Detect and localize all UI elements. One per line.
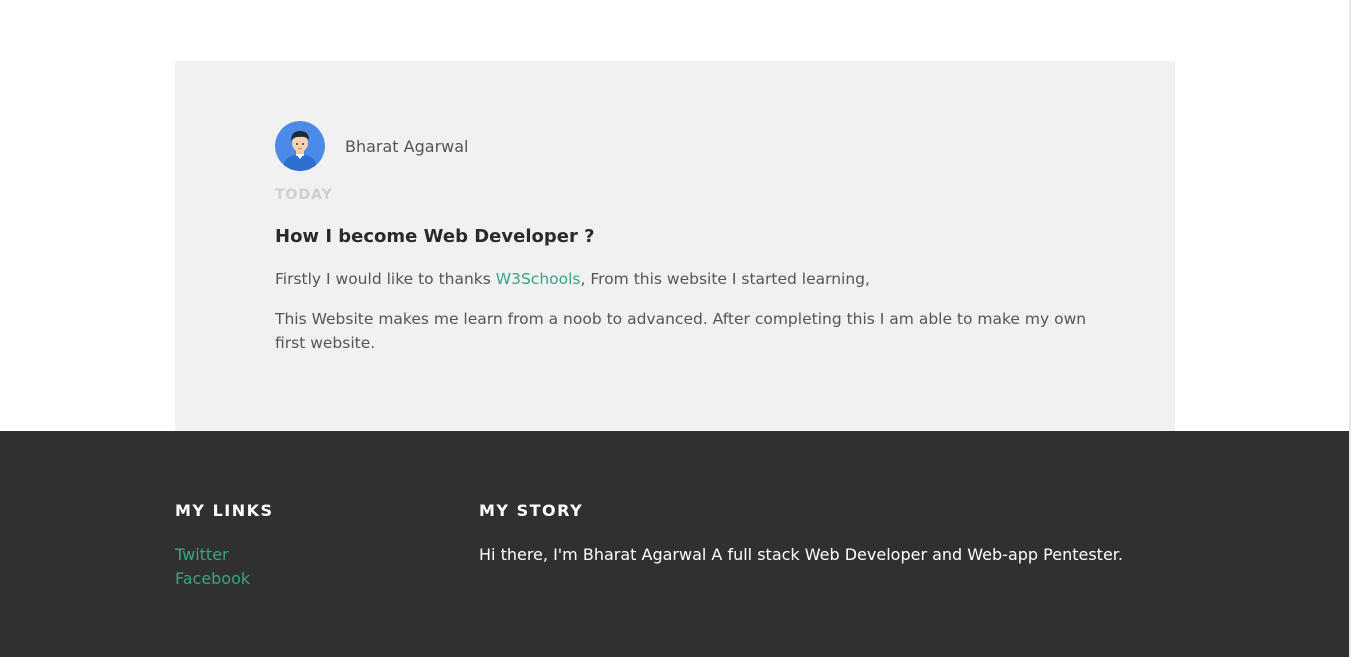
story-text: Hi there, I'm Bharat Agarwal A full stac… [479, 545, 1123, 564]
post-body: Firstly I would like to thanks W3Schools… [275, 267, 1095, 371]
post-paragraph-2: This Website makes me learn from a noob … [275, 310, 1087, 352]
post-card: Bharat Agarwal TODAY How I become Web De… [175, 61, 1175, 431]
author-name: Bharat Agarwal [345, 136, 469, 156]
footer-links-section: MY LINKS Twitter Facebook [175, 501, 274, 591]
post-paragraph-1: Firstly I would like to thanks W3Schools… [275, 267, 1095, 291]
post-date: TODAY [275, 187, 333, 203]
story-heading: MY STORY [479, 501, 584, 520]
footer: MY LINKS Twitter Facebook MY STORY Hi th… [0, 431, 1349, 657]
user-avatar-icon [275, 121, 325, 171]
post-title: How I become Web Developer ? [275, 226, 595, 247]
links-heading: MY LINKS [175, 501, 274, 520]
facebook-link[interactable]: Facebook [175, 567, 274, 591]
page: Bharat Agarwal TODAY How I become Web De… [0, 0, 1351, 657]
w3schools-link[interactable]: W3Schools [496, 270, 581, 288]
author-row: Bharat Agarwal [275, 121, 468, 171]
para1-text-after: , From this website I started learning, [580, 270, 870, 288]
para1-text-before: Firstly I would like to thanks [275, 270, 496, 288]
twitter-link[interactable]: Twitter [175, 543, 274, 567]
footer-story-section: MY STORY Hi there, I'm Bharat Agarwal A … [479, 501, 1199, 567]
